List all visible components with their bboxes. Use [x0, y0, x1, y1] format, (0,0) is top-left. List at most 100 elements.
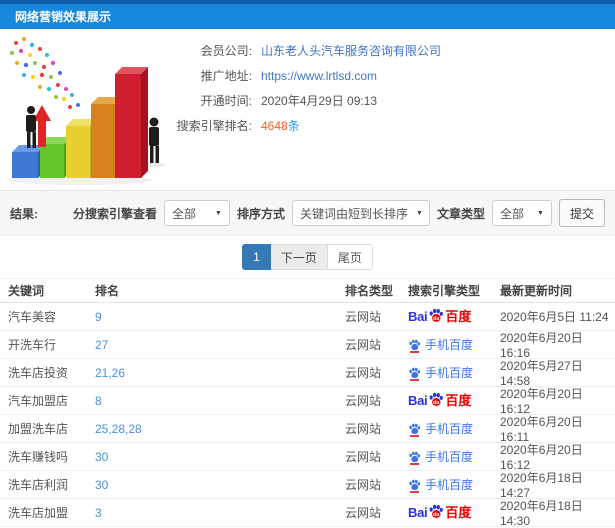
chevron-down-icon: ▼: [537, 209, 544, 217]
updated-cell: 2020年6月20日 16:16: [500, 331, 583, 360]
baidu-logo-bai: Bai: [408, 309, 428, 324]
table-row: 洗车店利润 30 云网站 手机百度 2020年6月18日 14:27: [0, 471, 615, 500]
engine-cell: Bai du 百度: [408, 392, 500, 409]
table-header: 关键词 排名 排名类型 搜索引擎类型 最新更新时间: [0, 278, 615, 303]
member-company-link[interactable]: 山东老人头汽车服务咨询有限公司: [261, 42, 441, 59]
engine-rank-row: 搜索引擎排名: 4648 条: [168, 113, 615, 138]
sort-filter-label: 排序方式: [236, 206, 285, 221]
app-header: 网络营销效果展示: [0, 0, 615, 29]
rank-link[interactable]: 27: [95, 338, 108, 352]
header-engine-type: 搜索引擎类型: [408, 284, 481, 298]
mobile-baidu-text: 手机百度: [425, 421, 474, 436]
engine-cell: 手机百度: [408, 477, 500, 493]
rank-type-cell: 云网站: [345, 394, 382, 408]
rank-link[interactable]: 3: [95, 506, 102, 520]
bar-red: [115, 67, 148, 178]
last-page-button[interactable]: 尾页: [327, 244, 373, 270]
mobile-baidu-paw-icon: [408, 423, 421, 437]
table-row: 汽车加盟店 8 云网站 Bai du 百度 2020年6月20日 16:12: [0, 387, 615, 416]
header-rank-type: 排名类型: [345, 284, 394, 298]
rank-type-cell: 云网站: [345, 478, 382, 492]
summary-section: 会员公司: 山东老人头汽车服务咨询有限公司 推广地址: https://www.…: [0, 29, 615, 190]
baidu-paw-icon: du: [429, 392, 444, 406]
header-updated: 最新更新时间: [500, 284, 573, 298]
rank-link[interactable]: 30: [95, 478, 108, 492]
keyword-cell: 洗车店利润: [8, 478, 69, 492]
rank-type-cell: 云网站: [345, 366, 382, 380]
mobile-baidu-logo: 手机百度: [408, 337, 474, 353]
baidu-logo-hanzi: 百度: [445, 309, 472, 324]
mobile-baidu-text: 手机百度: [425, 337, 474, 352]
rank-type-cell: 云网站: [345, 422, 382, 436]
engine-filter-label: 分搜索引擎查看: [72, 206, 157, 221]
promo-url-row: 推广地址: https://www.lrtlsd.com: [168, 63, 615, 88]
sort-select[interactable]: 关键词由短到长排序 ▼: [291, 200, 430, 226]
updated-cell: 2020年6月18日 14:30: [500, 499, 583, 528]
table-body: 汽车美容 9 云网站 Bai du 百度 2020年6月5日 11:24 开洗车…: [0, 303, 615, 528]
rank-link[interactable]: 21,26: [95, 366, 125, 380]
results-table: 关键词 排名 排名类型 搜索引擎类型 最新更新时间 汽车美容 9 云网站 Bai…: [0, 278, 615, 528]
pagination: 1 下一页 尾页: [0, 236, 615, 278]
article-type-label: 文章类型: [436, 206, 485, 221]
article-type-select[interactable]: 全部 ▼: [491, 200, 552, 226]
mobile-baidu-logo: 手机百度: [408, 365, 474, 381]
header-keyword: 关键词: [8, 284, 45, 298]
next-page-button[interactable]: 下一页: [270, 244, 328, 270]
businessman-right: [149, 117, 159, 163]
keyword-cell: 洗车店加盟: [8, 506, 69, 520]
table-row: 洗车赚钱吗 30 云网站 手机百度 2020年6月20日 16:12: [0, 443, 615, 472]
engine-select[interactable]: 全部 ▼: [163, 200, 230, 226]
sort-select-value: 关键词由短到长排序: [299, 206, 408, 221]
rank-link[interactable]: 25,28,28: [95, 422, 142, 436]
submit-button[interactable]: 提交: [558, 199, 605, 227]
bar-chart-illustration: [8, 37, 165, 185]
promo-url-link[interactable]: https://www.lrtlsd.com: [261, 69, 377, 83]
rank-type-cell: 云网站: [345, 450, 382, 464]
mobile-baidu-paw-icon: [408, 339, 421, 353]
baidu-logo: Bai du 百度: [408, 308, 471, 325]
page-title: 网络营销效果展示: [15, 10, 112, 24]
engine-rank-unit: 条: [287, 119, 300, 133]
mobile-baidu-logo: 手机百度: [408, 451, 473, 465]
baidu-logo-bai: Bai: [408, 393, 428, 408]
updated-cell: 2020年6月20日 16:12: [500, 387, 583, 416]
table-row: 汽车美容 9 云网站 Bai du 百度 2020年6月5日 11:24: [0, 303, 615, 331]
rank-type-cell: 云网站: [345, 310, 382, 324]
rank-type-cell: 云网站: [345, 506, 382, 520]
page-1-button[interactable]: 1: [242, 244, 271, 270]
engine-cell: 手机百度: [408, 421, 500, 437]
chevron-down-icon: ▼: [415, 209, 423, 217]
confetti-dots: [10, 37, 80, 109]
updated-cell: 2020年6月20日 16:12: [500, 443, 583, 472]
keyword-cell: 洗车赚钱吗: [8, 450, 69, 464]
open-time-row: 开通时间: 2020年4月29日 09:13: [168, 88, 615, 113]
engine-cell: Bai du 百度: [408, 308, 500, 325]
mobile-baidu-logo: 手机百度: [408, 477, 474, 493]
mobile-baidu-text: 手机百度: [425, 477, 474, 492]
member-company-row: 会员公司: 山东老人头汽车服务咨询有限公司: [168, 38, 615, 63]
baidu-paw-icon: du: [429, 308, 444, 322]
rank-link[interactable]: 30: [95, 450, 108, 464]
baidu-paw-icon: du: [429, 504, 444, 518]
article-select-value: 全部: [499, 206, 524, 221]
engine-cell: 手机百度: [408, 451, 500, 465]
rank-type-cell: 云网站: [345, 338, 382, 352]
rank-link[interactable]: 9: [95, 310, 102, 324]
table-row: 洗车店投资 21,26 云网站 手机百度 2020年5月27日 14:58: [0, 359, 615, 388]
engine-cell: 手机百度: [408, 365, 500, 381]
updated-cell: 2020年6月5日 11:24: [500, 310, 609, 324]
baidu-logo-hanzi: 百度: [445, 393, 472, 408]
member-info: 会员公司: 山东老人头汽车服务咨询有限公司 推广地址: https://www.…: [168, 29, 615, 138]
baidu-logo: Bai du 百度: [408, 504, 471, 521]
updated-cell: 2020年6月20日 16:11: [500, 415, 583, 444]
baidu-logo: Bai du 百度: [408, 392, 471, 409]
mobile-baidu-text: 手机百度: [425, 365, 474, 380]
baidu-logo-hanzi: 百度: [445, 505, 472, 520]
mobile-baidu-paw-icon: [408, 367, 421, 381]
rank-link[interactable]: 8: [95, 394, 102, 408]
keyword-cell: 洗车店投资: [8, 366, 69, 380]
mobile-baidu-logo: 手机百度: [408, 421, 474, 437]
svg-text:du: du: [433, 400, 439, 406]
chevron-down-icon: ▼: [215, 209, 222, 217]
results-section-label: 结果:: [10, 206, 38, 221]
